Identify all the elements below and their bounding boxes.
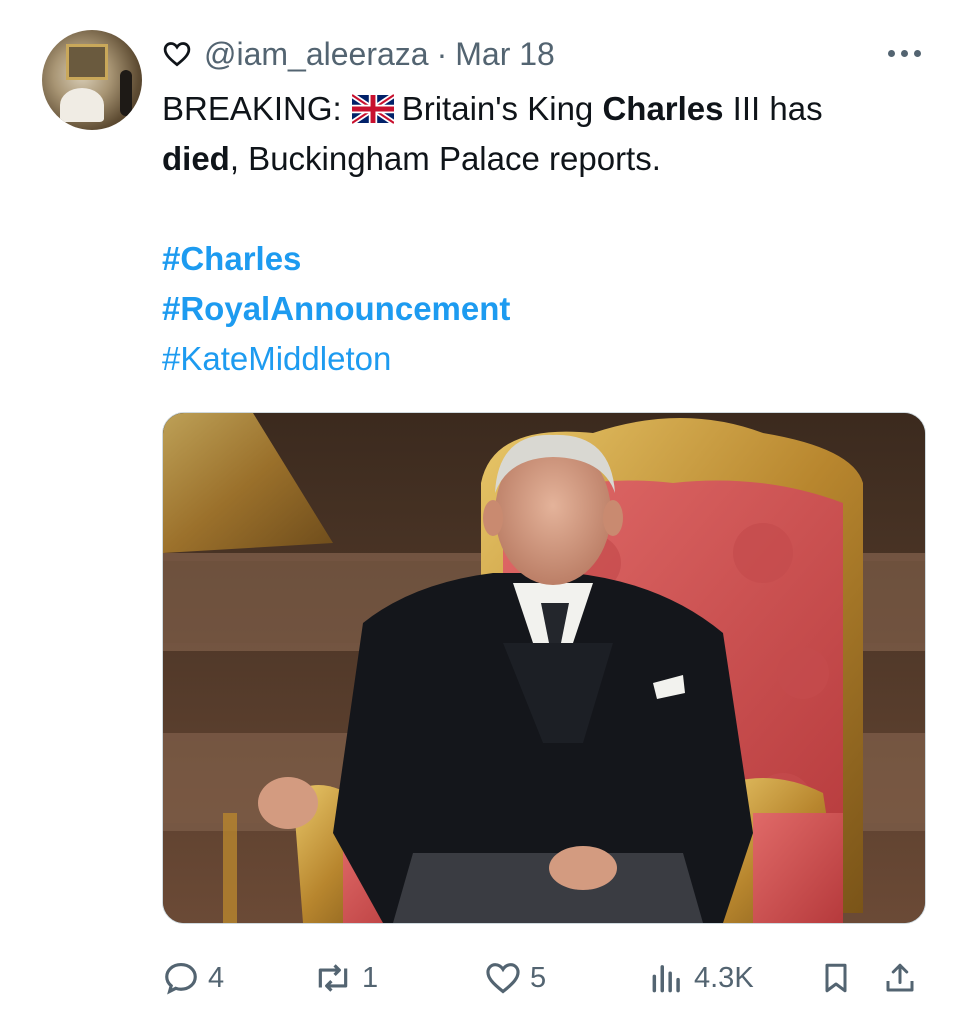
view-count: 4.3K (694, 961, 754, 994)
ellipsis-icon (888, 50, 895, 57)
uk-flag-icon (351, 94, 394, 124)
avatar-figure (60, 88, 104, 122)
more-options-button[interactable] (888, 50, 921, 57)
hashtag-charles[interactable]: #Charles (162, 234, 932, 284)
tweet-line-1: BREAKING: Britain's King Charles III has (162, 84, 932, 134)
hashtag-kate-middleton[interactable]: #KateMiddleton (162, 334, 932, 384)
bar-chart-icon (652, 965, 680, 993)
speech-bubble-icon (165, 962, 197, 995)
like-count: 5 (530, 961, 547, 994)
hashtag-royal-announcement[interactable]: #RoyalAnnouncement (162, 284, 932, 334)
ellipsis-dot (914, 50, 921, 57)
tweet-line-2: died, Buckingham Palace reports. (162, 134, 932, 184)
share-button[interactable] (882, 950, 918, 1006)
separator-dot: · (436, 35, 448, 72)
like-button[interactable]: 5 (484, 950, 546, 1006)
avatar-painting (66, 44, 108, 80)
text-segment: , Buckingham Palace reports. (229, 140, 661, 177)
heart-icon (163, 42, 191, 67)
ellipsis-dot (901, 50, 908, 57)
breaking-label: BREAKING: (162, 90, 342, 127)
tweet-date[interactable]: Mar 18 (455, 36, 555, 73)
tweet-header: @iam_aleeraza · Mar 18 (162, 34, 555, 74)
tweet-text: BREAKING: Britain's King Charles III has… (162, 84, 932, 384)
text-bold-name: Charles (602, 90, 724, 127)
share-icon (886, 963, 914, 992)
heart-icon (486, 963, 520, 994)
user-handle[interactable]: @iam_aleeraza (204, 36, 429, 73)
repost-arrows-icon (318, 964, 348, 992)
text-segment: III has (723, 90, 823, 127)
bookmark-icon (825, 963, 847, 993)
repost-button[interactable]: 1 (312, 950, 378, 1006)
text-bold-died: died (162, 140, 230, 177)
text-segment: Britain's King (401, 90, 603, 127)
bookmark-button[interactable] (818, 950, 854, 1006)
hashtag-list: #Charles #RoyalAnnouncement #KateMiddlet… (162, 234, 932, 384)
views-button[interactable]: 4.3K (648, 950, 754, 1006)
repost-count: 1 (362, 961, 379, 994)
avatar[interactable] (42, 30, 142, 130)
avatar-figure-2 (120, 70, 132, 116)
tweet-actions: 4 1 5 4.3K (162, 950, 928, 1006)
reply-button[interactable]: 4 (162, 950, 224, 1006)
photo-illustration (163, 413, 925, 923)
tweet-photo[interactable] (162, 412, 926, 924)
reply-count: 4 (208, 961, 225, 994)
